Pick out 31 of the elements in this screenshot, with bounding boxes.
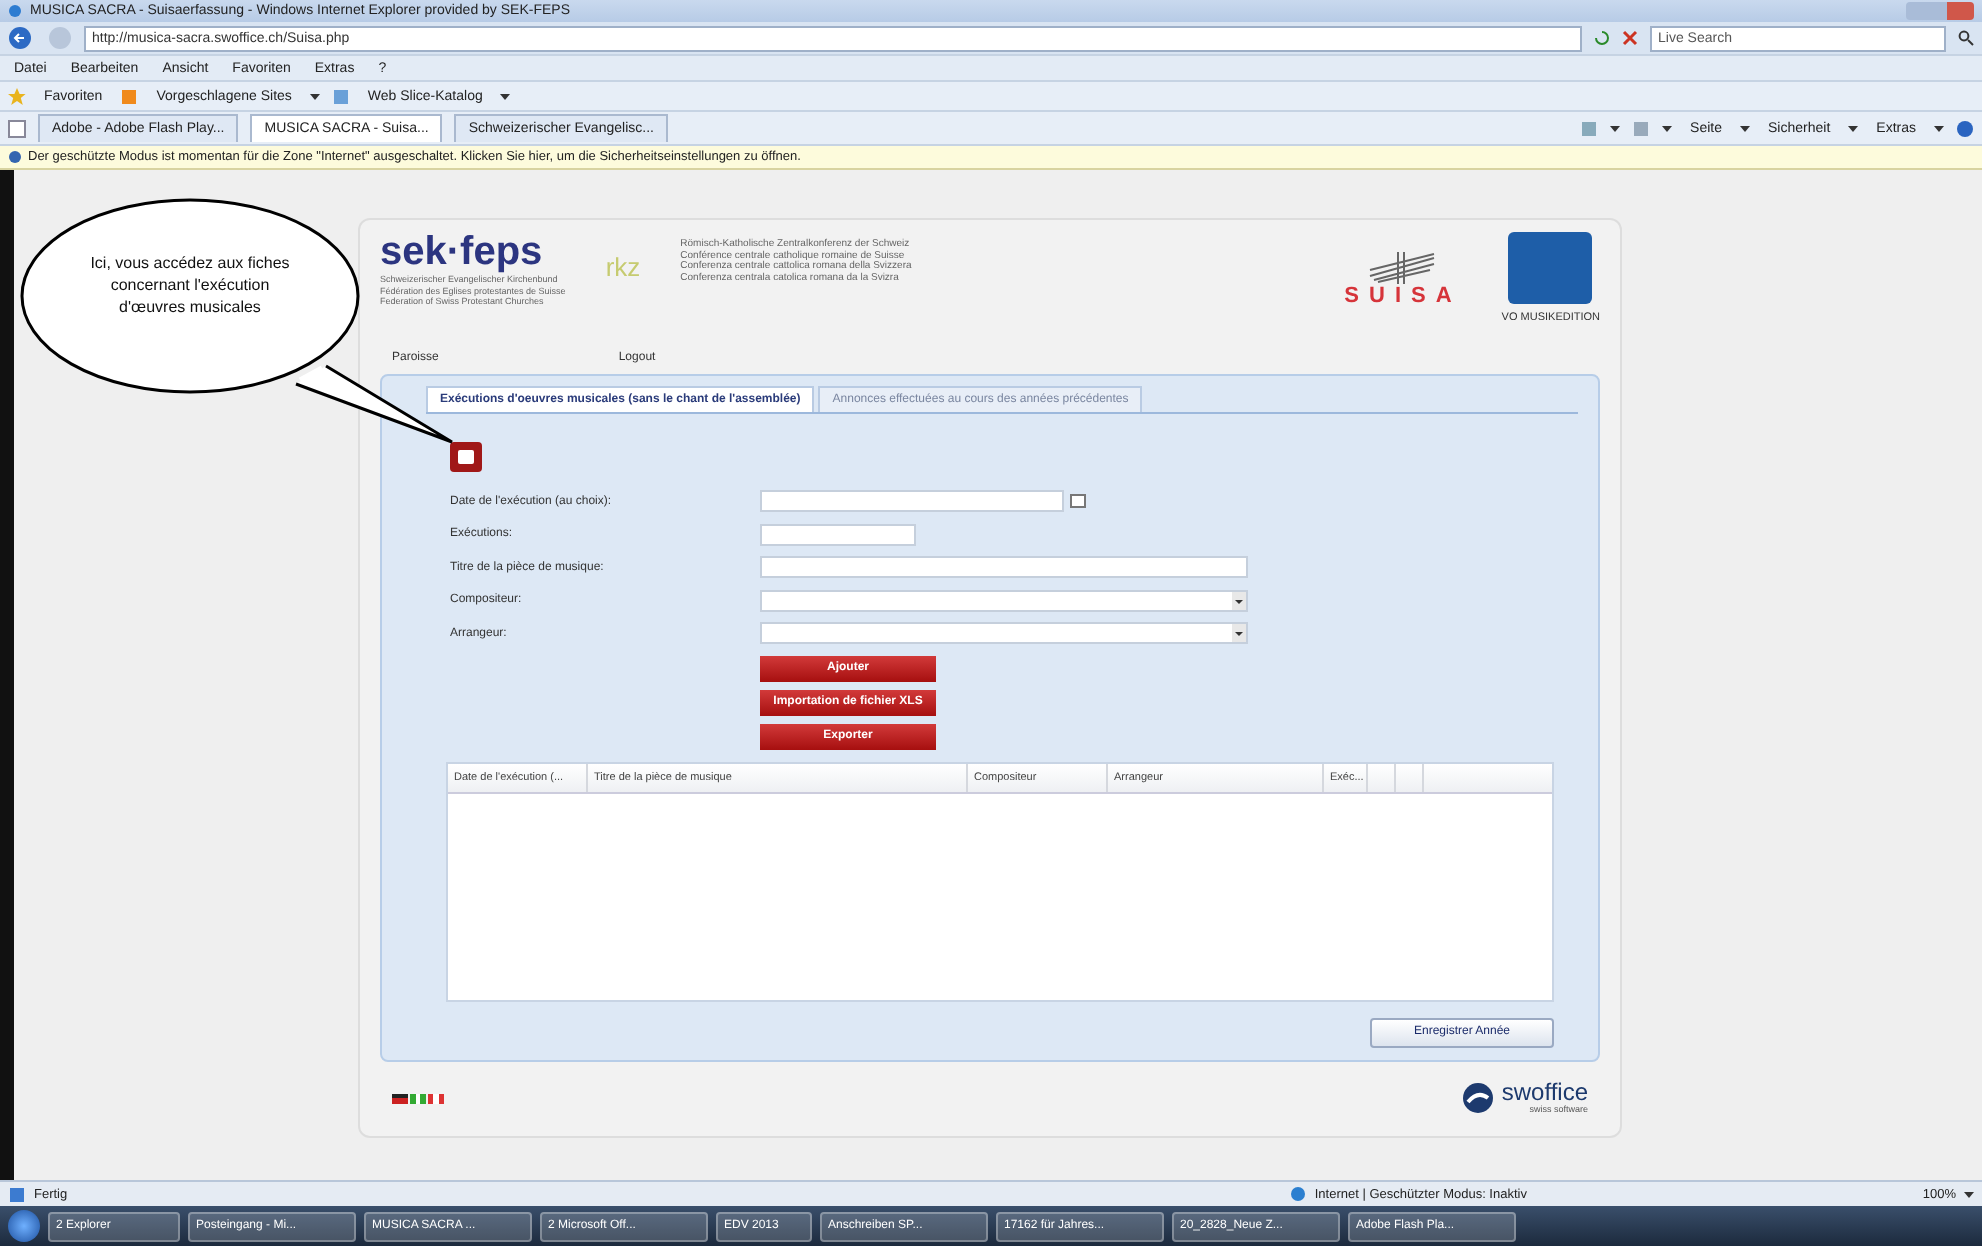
add-record-icon[interactable] [450,442,482,473]
caret-icon [1934,125,1944,131]
start-button[interactable] [8,1210,40,1242]
tab-grid-icon[interactable] [8,119,26,137]
refresh-icon[interactable] [1594,30,1610,46]
language-flags-icon[interactable] [392,1093,444,1104]
input-field[interactable] [760,556,1248,579]
caret-icon [500,93,511,99]
close-icon[interactable] [1622,30,1638,46]
star-icon[interactable] [8,87,26,105]
staff-lines-icon [1366,252,1439,284]
rkz-logo: rkz [605,252,641,282]
search-icon[interactable] [1958,30,1974,46]
suisa-logo: SUISA [1344,284,1462,308]
input-field[interactable] [760,523,916,546]
input-field[interactable] [760,490,1064,513]
sek-feps-logo: sek·feps [380,230,543,274]
input-field[interactable] [760,622,1248,645]
caret-icon [1848,125,1859,131]
input-field[interactable] [760,589,1248,612]
window-controls[interactable] [1906,2,1974,20]
caret-icon [1964,1191,1974,1197]
back-icon[interactable] [8,26,36,50]
swoffice-logo: swoffice [1501,1082,1588,1105]
caret-icon [1662,125,1673,131]
caret-icon [1610,125,1621,131]
calendar-icon[interactable] [1070,494,1086,509]
callout-text: Ici, vous accédez aux fiches concernant l'exécution d'œuvres musicales [88,252,292,318]
swoffice-logo-icon [1461,1082,1494,1115]
caret-icon [309,93,320,99]
caret-icon [1740,125,1751,131]
